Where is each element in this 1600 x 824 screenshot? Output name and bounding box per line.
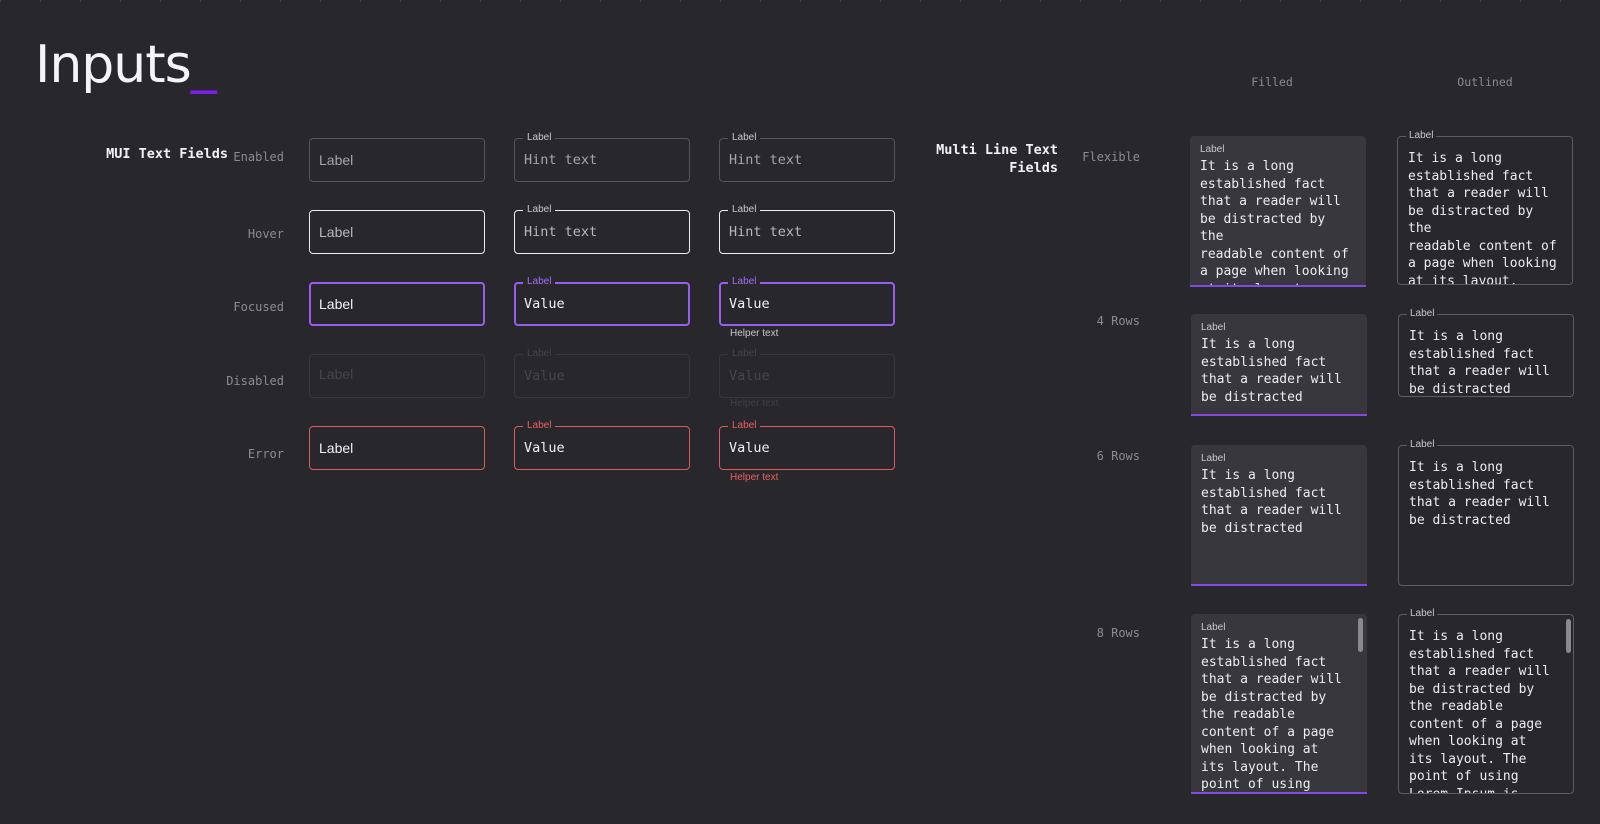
multiline-value: It is a long established fact that a rea…: [1409, 629, 1550, 793]
field-legend: Label: [523, 276, 556, 288]
multiline-filled-6-rows[interactable]: Label It is a long established fact that…: [1191, 445, 1367, 586]
page-title: Inputs_: [35, 30, 217, 100]
multiline-outlined-flexible[interactable]: Label It is a long established fact that…: [1397, 130, 1573, 285]
row-label-4-rows: 4 Rows: [1096, 314, 1140, 328]
row-label-disabled: Disabled: [226, 374, 284, 388]
field-legend: Label: [728, 132, 761, 144]
multiline-label: Label: [1201, 322, 1226, 333]
row-label-enabled: Enabled: [233, 150, 284, 164]
field-placeholder: Label: [319, 366, 354, 382]
text-field-focused-2[interactable]: Label Value: [514, 276, 690, 326]
field-placeholder: Label: [319, 224, 354, 240]
field-value: Value: [524, 368, 565, 384]
field-legend: Label: [523, 132, 556, 144]
field-legend: Label: [728, 348, 761, 360]
multiline-clip: It is a long established fact that a rea…: [1399, 615, 1573, 793]
helper-text-focused: Helper text: [730, 328, 779, 339]
multiline-title-line-1: Multi Line Text: [936, 142, 1058, 158]
text-field-disabled-2: Label Value: [514, 348, 690, 398]
multiline-value: It is a long established fact that a rea…: [1200, 159, 1349, 285]
row-label-6-rows: 6 Rows: [1096, 449, 1140, 463]
multiline-label: Label: [1201, 622, 1226, 633]
top-ruler: [0, 0, 1600, 2]
scrollbar-thumb[interactable]: [1566, 619, 1571, 653]
field-legend: Label: [523, 420, 556, 432]
multiline-value: It is a long established fact that a rea…: [1408, 151, 1557, 284]
field-legend: Label: [728, 276, 761, 288]
text-field-enabled-2[interactable]: Label Hint text: [514, 132, 690, 182]
text-field-error-1[interactable]: Label: [309, 426, 485, 470]
field-value: Value: [729, 368, 770, 384]
multiline-title-line-2: Fields: [1009, 160, 1058, 176]
multiline-filled-4-rows[interactable]: Label It is a long established fact that…: [1191, 314, 1367, 416]
multiline-value: It is a long established fact that a rea…: [1409, 329, 1550, 396]
page-title-text: Inputs: [35, 35, 192, 95]
text-field-enabled-3[interactable]: Label Hint text: [719, 132, 895, 182]
multiline-clip: It is a long established fact that a rea…: [1399, 315, 1573, 396]
field-hint: Hint text: [729, 224, 803, 240]
field-value: Label: [319, 440, 354, 456]
helper-text-error: Helper text: [730, 472, 779, 483]
row-label-focused: Focused: [233, 300, 284, 314]
text-field-hover-3[interactable]: Label Hint text: [719, 204, 895, 254]
row-label-hover: Hover: [247, 227, 284, 241]
multiline-clip: It is a long established fact that a rea…: [1398, 137, 1572, 284]
multiline-clip: It is a long established fact that a rea…: [1399, 446, 1573, 585]
multiline-value: It is a long established fact that a rea…: [1409, 460, 1550, 528]
multiline-value: It is a long established fact that a rea…: [1201, 637, 1342, 792]
column-header-outlined: Outlined: [1457, 75, 1513, 89]
multiline-value: It is a long established fact that a rea…: [1201, 468, 1342, 536]
text-field-hover-2[interactable]: Label Hint text: [514, 204, 690, 254]
field-legend: Label: [728, 204, 761, 216]
multiline-label: Label: [1200, 144, 1225, 155]
field-value: Value: [524, 440, 565, 456]
field-hint: Hint text: [524, 152, 598, 168]
multiline-label: Label: [1201, 453, 1226, 464]
field-hint: Hint text: [524, 224, 598, 240]
title-cursor: _: [190, 35, 217, 95]
multiline-outlined-8-rows[interactable]: Label It is a long established fact that…: [1398, 608, 1574, 794]
multiline-filled-8-rows[interactable]: Label It is a long established fact that…: [1191, 614, 1367, 794]
text-field-hover-1[interactable]: Label: [309, 210, 485, 254]
field-legend: Label: [728, 420, 761, 432]
multiline-filled-flexible[interactable]: Label It is a long established fact that…: [1190, 136, 1366, 287]
scrollbar-thumb[interactable]: [1358, 618, 1363, 652]
text-field-focused-3[interactable]: Label Value: [719, 276, 895, 326]
text-field-enabled-1[interactable]: Label: [309, 138, 485, 182]
field-value: Label: [319, 296, 354, 312]
text-field-disabled-1: Label: [309, 354, 485, 398]
text-field-error-2[interactable]: Label Value: [514, 420, 690, 470]
field-value: Value: [729, 440, 770, 456]
text-field-focused-1[interactable]: Label: [309, 282, 485, 326]
text-field-error-3[interactable]: Label Value: [719, 420, 895, 470]
field-value: Value: [729, 296, 770, 312]
row-label-error: Error: [247, 447, 284, 461]
multiline-outlined-6-rows[interactable]: Label It is a long established fact that…: [1398, 439, 1574, 586]
multiline-value: It is a long established fact that a rea…: [1201, 337, 1342, 405]
text-field-disabled-3: Label Value: [719, 348, 895, 398]
row-label-8-rows: 8 Rows: [1096, 626, 1140, 640]
row-label-flexible: Flexible: [1082, 150, 1140, 164]
multiline-outlined-4-rows[interactable]: Label It is a long established fact that…: [1398, 308, 1574, 397]
helper-text-disabled: Helper text: [730, 398, 779, 409]
multiline-section-title: Multi Line Text Fields: [900, 141, 1058, 177]
field-placeholder: Label: [319, 152, 354, 168]
field-legend: Label: [523, 204, 556, 216]
field-hint: Hint text: [729, 152, 803, 168]
field-value: Value: [524, 296, 565, 312]
column-header-filled: Filled: [1251, 75, 1293, 89]
field-legend: Label: [523, 348, 556, 360]
